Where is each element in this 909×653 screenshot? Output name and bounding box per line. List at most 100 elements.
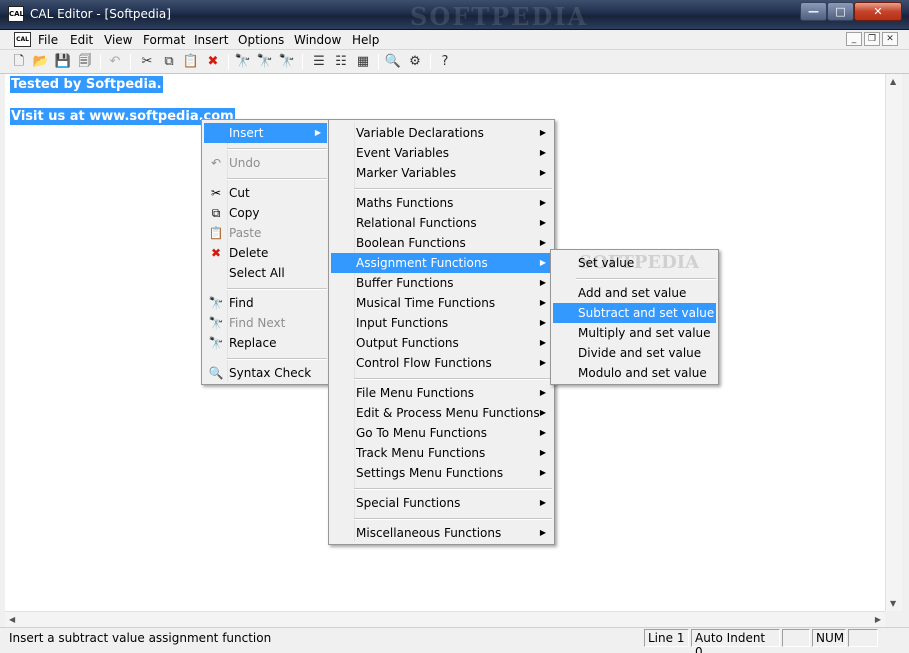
replace-icon[interactable]: 🔭 [278, 53, 296, 71]
insert-item[interactable]: Output Functions ▶ [331, 333, 552, 353]
toolbar-separator [130, 54, 131, 70]
insert-item[interactable]: Maths Functions ▶ [331, 193, 552, 213]
submenu-arrow-icon: ▶ [539, 298, 546, 307]
copy-icon[interactable]: ⧉ [160, 53, 178, 71]
insert-item[interactable]: Event Variables ▶ [331, 143, 552, 163]
context-item-replace[interactable]: 🔭 Replace [204, 333, 327, 353]
scroll-down-icon[interactable]: ▼ [890, 599, 896, 608]
menu-view[interactable]: View [104, 33, 132, 47]
minimize-button[interactable]: — [800, 2, 827, 21]
menu-window[interactable]: Window [294, 33, 341, 47]
context-item-find[interactable]: 🔭 Find [204, 293, 327, 313]
undo-icon: ↶ [210, 156, 222, 170]
open-icon[interactable]: 📂 [32, 53, 50, 71]
context-item-cut[interactable]: ✂ Cut [204, 183, 327, 203]
insert-item[interactable]: Settings Menu Functions ▶ [331, 463, 552, 483]
insert-item[interactable]: Special Functions ▶ [331, 493, 552, 513]
item-label: Find Next [229, 316, 286, 330]
menu-format[interactable]: Format [143, 33, 185, 47]
item-label: Insert [229, 126, 264, 140]
magnifier-icon[interactable]: 🔍 [384, 53, 402, 71]
help-icon[interactable]: ? [436, 53, 454, 71]
delete-icon: ✖ [210, 246, 222, 260]
insert-item[interactable]: Relational Functions ▶ [331, 213, 552, 233]
insert-submenu: Variable Declarations ▶ Event Variables ▶ … [328, 119, 555, 545]
submenu-arrow-icon: ▶ [539, 388, 546, 397]
scroll-up-icon[interactable]: ▲ [890, 77, 896, 86]
delete-icon[interactable]: ✖ [204, 53, 222, 71]
assignment-item-subtract[interactable]: Subtract and set value [553, 303, 716, 323]
insert-item[interactable]: Buffer Functions ▶ [331, 273, 552, 293]
insert-item[interactable]: Edit & Process Menu Functions ▶ [331, 403, 552, 423]
context-item-select-all[interactable]: Select All [204, 263, 327, 283]
insert-item[interactable]: Musical Time Functions ▶ [331, 293, 552, 313]
insert-item-assignment[interactable]: Assignment Functions ▶ [331, 253, 552, 273]
context-item-insert[interactable]: Insert ▶ [204, 123, 327, 143]
insert-item[interactable]: Variable Declarations ▶ [331, 123, 552, 143]
insert-item[interactable]: Input Functions ▶ [331, 313, 552, 333]
mdi-close-button[interactable]: ✕ [882, 32, 898, 46]
submenu-arrow-icon: ▶ [539, 498, 546, 507]
cut-icon[interactable]: ✂ [138, 53, 156, 71]
item-label: Track Menu Functions [356, 446, 486, 460]
undo-icon[interactable]: ↶ [106, 53, 124, 71]
find-icon[interactable]: 🔭 [234, 53, 252, 71]
assignment-item[interactable]: Multiply and set value [553, 323, 716, 343]
item-label: Divide and set value [578, 346, 702, 360]
context-item-copy[interactable]: ⧉ Copy [204, 203, 327, 223]
new-icon[interactable]: 🗋 [10, 53, 28, 71]
menu-separator [227, 148, 327, 150]
menu-bar: CAL File Edit View Format Insert Options… [0, 30, 909, 50]
scroll-right-icon[interactable]: ▶ [875, 615, 881, 624]
assignment-item[interactable]: Add and set value [553, 283, 716, 303]
menu-file[interactable]: File [38, 33, 58, 47]
save-icon[interactable]: 💾 [54, 53, 72, 71]
menu-help[interactable]: Help [352, 33, 379, 47]
menu-edit[interactable]: Edit [70, 33, 93, 47]
submenu-arrow-icon: ▶ [539, 238, 546, 247]
insert-item[interactable]: Marker Variables ▶ [331, 163, 552, 183]
item-label: Assignment Functions [356, 256, 488, 270]
item-label: Undo [229, 156, 261, 170]
context-item-paste[interactable]: 📋 Paste [204, 223, 327, 243]
vertical-scrollbar[interactable]: ▲ ▼ [885, 74, 902, 611]
insert-item[interactable]: Control Flow Functions ▶ [331, 353, 552, 373]
syntax-check-icon[interactable]: ⚙ [406, 53, 424, 71]
context-item-delete[interactable]: ✖ Delete [204, 243, 327, 263]
app-icon: CAL [8, 6, 24, 22]
list-alt-icon[interactable]: ☷ [332, 53, 350, 71]
assignment-item[interactable]: Set value [553, 253, 716, 273]
save-all-icon[interactable]: 🗐 [76, 53, 94, 71]
find-next-icon[interactable]: 🔭 [256, 53, 274, 71]
context-item-undo[interactable]: ↶ Undo [204, 153, 327, 173]
horizontal-scrollbar[interactable]: ◀ ▶ [5, 611, 885, 627]
insert-item[interactable]: Miscellaneous Functions ▶ [331, 523, 552, 543]
insert-item[interactable]: Boolean Functions ▶ [331, 233, 552, 253]
document-icon[interactable]: CAL [14, 32, 31, 47]
toolbar: 🗋 📂 💾 🗐 ↶ ✂ ⧉ 📋 ✖ 🔭 🔭 🔭 ☰ ☷ ▦ 🔍 ⚙ ? [0, 51, 909, 74]
list-icon[interactable]: ☰ [310, 53, 328, 71]
context-item-find-next[interactable]: 🔭 Find Next [204, 313, 327, 333]
status-line: Line 1 [644, 629, 689, 647]
grid-icon[interactable]: ▦ [354, 53, 372, 71]
insert-item[interactable]: Go To Menu Functions ▶ [331, 423, 552, 443]
item-label: Subtract and set value [578, 306, 715, 320]
scroll-left-icon[interactable]: ◀ [9, 615, 15, 624]
item-label: Multiply and set value [578, 326, 711, 340]
paste-icon[interactable]: 📋 [182, 53, 200, 71]
mdi-restore-button[interactable]: ❐ [864, 32, 880, 46]
item-label: Edit & Process Menu Functions [356, 406, 540, 420]
item-label: Special Functions [356, 496, 461, 510]
assignment-item[interactable]: Modulo and set value [553, 363, 716, 383]
close-button[interactable]: ✕ [854, 2, 902, 21]
maximize-button[interactable]: □ [827, 2, 854, 21]
mdi-minimize-button[interactable]: _ [846, 32, 862, 46]
menu-insert[interactable]: Insert [194, 33, 228, 47]
insert-item[interactable]: Track Menu Functions ▶ [331, 443, 552, 463]
assignment-item[interactable]: Divide and set value [553, 343, 716, 363]
find-next-icon: 🔭 [208, 316, 224, 330]
menu-options[interactable]: Options [238, 33, 284, 47]
context-item-syntax-check[interactable]: 🔍 Syntax Check [204, 363, 327, 383]
insert-item[interactable]: File Menu Functions ▶ [331, 383, 552, 403]
submenu-arrow-icon: ▶ [539, 168, 546, 177]
